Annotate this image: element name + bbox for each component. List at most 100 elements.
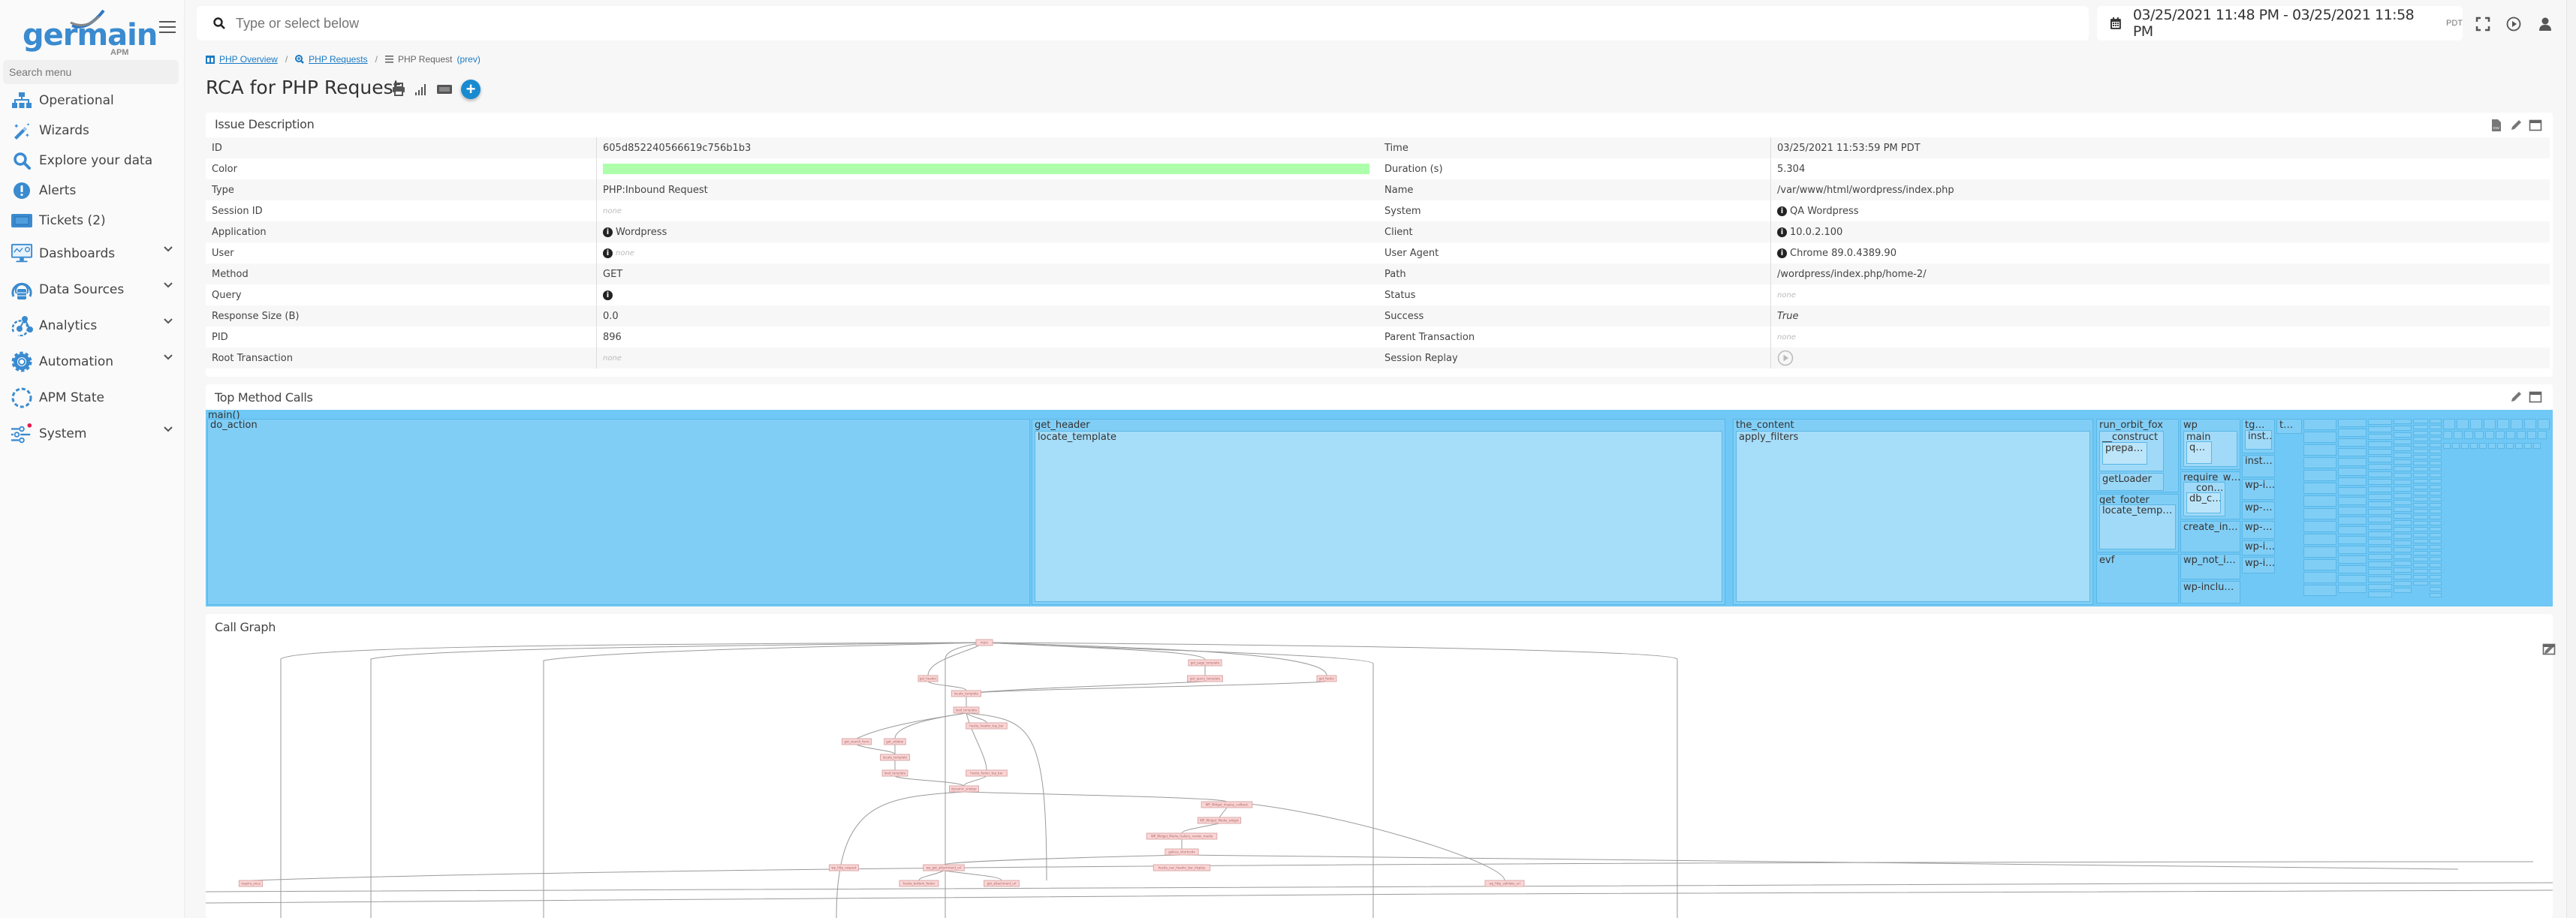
pencil-icon[interactable] [2509, 119, 2523, 132]
treemap-node[interactable] [2394, 466, 2412, 471]
treemap-node[interactable] [2430, 425, 2442, 429]
treemap-node[interactable] [2443, 419, 2455, 429]
treemap-node[interactable] [2413, 425, 2428, 429]
treemap-node[interactable] [2303, 521, 2336, 532]
treemap-node[interactable]: wp_not_i… [2180, 554, 2240, 579]
treemap-node[interactable] [2413, 581, 2428, 585]
treemap-node[interactable] [2470, 419, 2482, 429]
info-icon[interactable]: i [1777, 227, 1787, 237]
treemap-node[interactable] [2430, 443, 2442, 447]
treemap-node[interactable] [2394, 540, 2412, 546]
sidebar-item-automation[interactable]: Automation [0, 344, 185, 380]
treemap-node[interactable] [2515, 443, 2523, 449]
treemap-node[interactable] [2457, 419, 2469, 429]
treemap-node[interactable] [2413, 503, 2428, 507]
call-graph-node[interactable]: get_page_template [1188, 659, 1222, 667]
info-icon[interactable]: i [1777, 248, 1787, 258]
sidebar-item-apm-state[interactable]: APM State [0, 380, 185, 416]
treemap-node[interactable]: locate_template [1035, 431, 1722, 602]
treemap-node[interactable] [2430, 563, 2442, 567]
treemap-node[interactable] [2394, 520, 2412, 525]
treemap-node[interactable] [2338, 497, 2367, 505]
treemap-node[interactable] [2338, 546, 2367, 554]
treemap-node[interactable] [2394, 439, 2412, 444]
treemap-node[interactable] [2413, 485, 2428, 489]
treemap-node[interactable] [2413, 569, 2428, 573]
treemap-node[interactable] [2430, 503, 2442, 507]
treemap-node[interactable] [2338, 468, 2367, 476]
treemap-node[interactable]: wp-i… [2242, 479, 2275, 500]
play-icon[interactable] [2506, 17, 2521, 32]
treemap-node[interactable] [2430, 491, 2442, 495]
treemap-node[interactable] [2413, 563, 2428, 567]
treemap-node[interactable] [2338, 448, 2367, 456]
treemap-node[interactable] [2368, 584, 2392, 590]
treemap-node[interactable] [2303, 508, 2336, 519]
call-graph-node[interactable]: main [975, 639, 993, 646]
treemap-node[interactable] [2394, 567, 2412, 573]
treemap-node[interactable] [2430, 551, 2442, 555]
treemap-node[interactable] [2394, 513, 2412, 519]
call-graph-node[interactable]: get_search_form [842, 738, 872, 745]
treemap-node[interactable] [2338, 419, 2367, 427]
treemap-node[interactable] [2368, 479, 2392, 485]
treemap-node[interactable] [2497, 443, 2505, 449]
treemap-node[interactable] [2430, 545, 2442, 549]
treemap-node[interactable] [2338, 487, 2367, 495]
sidebar-item-wizards[interactable]: ✦ ✦ ✦ Wizards [0, 116, 185, 146]
treemap-node[interactable] [2430, 431, 2442, 435]
chevron-down-icon[interactable] [164, 425, 173, 434]
treemap-node[interactable]: getLoader [2099, 473, 2164, 491]
treemap-node[interactable]: wp-… [2242, 521, 2275, 539]
treemap-node[interactable] [2413, 497, 2428, 501]
treemap-node[interactable] [2413, 533, 2428, 537]
treemap-node[interactable] [2413, 473, 2428, 477]
call-graph-node[interactable]: get_attachment_url [984, 880, 1020, 887]
treemap-node[interactable]: t… [2276, 419, 2302, 434]
sidebar-item-analytics[interactable]: Analytics [0, 308, 185, 344]
treemap-node[interactable] [2524, 419, 2536, 429]
treemap-node[interactable] [2430, 479, 2442, 483]
treemap-node[interactable] [2368, 576, 2392, 582]
treemap-node[interactable]: wp-i… [2242, 540, 2275, 555]
treemap-node[interactable] [2430, 575, 2442, 579]
fullscreen-icon[interactable] [2475, 17, 2490, 32]
treemap-node[interactable] [2368, 531, 2392, 537]
treemap-node[interactable] [2413, 449, 2428, 453]
chevron-down-icon[interactable] [164, 317, 173, 326]
search-menu-input[interactable] [3, 60, 179, 84]
call-graph-node[interactable]: gallery_shortcode [1164, 848, 1199, 856]
treemap-node[interactable] [2368, 441, 2392, 447]
treemap-node[interactable] [2430, 485, 2442, 489]
treemap-node[interactable] [2430, 539, 2442, 543]
treemap-node[interactable] [2394, 547, 2412, 552]
treemap-node[interactable] [2496, 431, 2505, 439]
treemap-node[interactable] [2394, 459, 2412, 465]
treemap-node[interactable]: inst… [2245, 430, 2272, 450]
treemap-node[interactable] [2413, 545, 2428, 549]
treemap-node[interactable] [2413, 509, 2428, 513]
treemap-node[interactable]: wp-inclu… [2180, 581, 2240, 603]
treemap-node[interactable] [2506, 431, 2515, 439]
call-graph-node[interactable]: load_template [881, 769, 908, 777]
global-search-input[interactable] [236, 15, 911, 32]
treemap-node[interactable] [2413, 437, 2428, 441]
treemap-node[interactable]: create_in… [2180, 521, 2240, 552]
call-graph-node[interactable]: hestia_bottom_footer [899, 880, 939, 887]
treemap-node[interactable] [2368, 494, 2392, 500]
call-graph-node[interactable]: hestia_footer_top_bar [966, 769, 1008, 777]
treemap-node[interactable] [2303, 419, 2336, 430]
treemap-node[interactable] [2538, 431, 2547, 439]
sidebar-item-operational[interactable]: Operational [0, 86, 185, 116]
treemap-node[interactable] [2303, 585, 2336, 596]
sidebar-item-alerts[interactable]: Alerts [0, 176, 185, 206]
treemap-node[interactable] [2413, 491, 2428, 495]
treemap-node[interactable] [2394, 419, 2412, 424]
treemap-node[interactable]: evf [2096, 554, 2179, 603]
treemap-node[interactable] [2338, 438, 2367, 447]
treemap-node[interactable] [2394, 581, 2412, 586]
call-graph-node[interactable]: get_header [917, 675, 939, 682]
treemap-node[interactable] [2394, 554, 2412, 559]
treemap-node[interactable] [2430, 449, 2442, 453]
treemap-node[interactable] [2338, 585, 2367, 593]
